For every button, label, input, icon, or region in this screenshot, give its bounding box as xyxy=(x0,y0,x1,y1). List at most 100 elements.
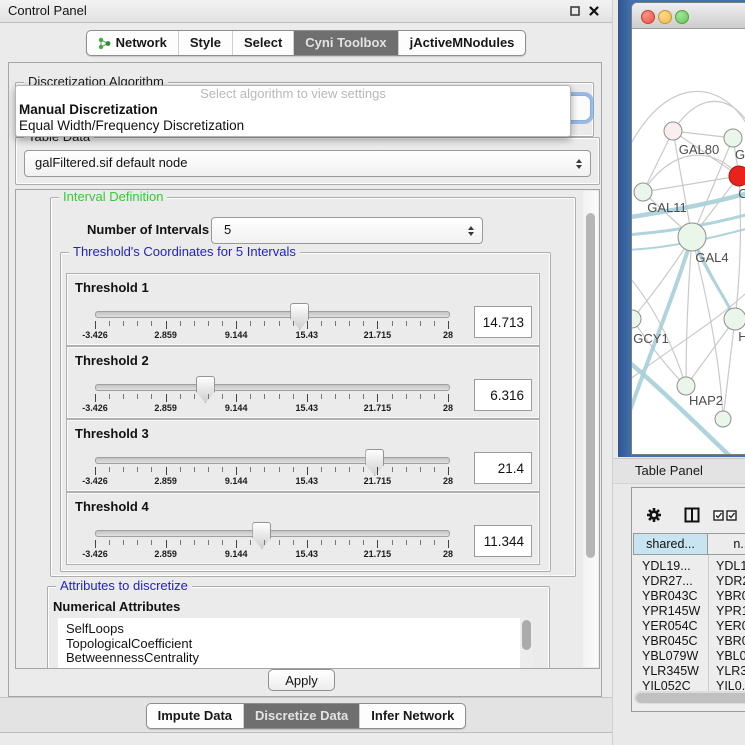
tab-label: jActiveMNodules xyxy=(410,31,515,55)
table-row[interactable]: YER054CYER0... xyxy=(632,619,745,634)
float-window-icon[interactable] xyxy=(570,6,580,16)
tab-impute-data[interactable]: Impute Data xyxy=(147,704,243,728)
table-horizontal-scrollbar[interactable] xyxy=(634,691,745,704)
network-edge[interactable] xyxy=(643,131,673,192)
settings-vertical-scrollbar[interactable] xyxy=(583,191,598,667)
network-node[interactable] xyxy=(664,122,682,140)
cell-shared-name: YPR145W xyxy=(642,604,700,618)
slider-track[interactable] xyxy=(95,384,450,391)
network-window-titlebar[interactable] xyxy=(632,3,745,29)
tick-label: 28 xyxy=(443,549,453,559)
settings-scrollbar-thumb[interactable] xyxy=(586,213,595,558)
tick-label: -3.426 xyxy=(82,403,108,413)
threshold-label: Threshold 1 xyxy=(75,280,149,295)
table-row[interactable]: YBR043CYBR0... xyxy=(632,589,745,604)
bottom-tab-bar: Impute DataDiscretize DataInfer Network xyxy=(0,697,612,733)
network-node-label: HAP2 xyxy=(689,393,723,408)
list-scrollbar-thumb[interactable] xyxy=(522,620,531,650)
threshold-value-input[interactable] xyxy=(474,452,532,484)
attribute-item-topologicalcoefficient[interactable]: TopologicalCoefficient xyxy=(58,637,533,652)
table-row[interactable]: YBL079WYBL0... xyxy=(632,649,745,664)
tab-style[interactable]: Style xyxy=(178,31,232,55)
threshold-value-input[interactable] xyxy=(474,379,532,411)
tick-label: 2.859 xyxy=(154,549,177,559)
tab-network[interactable]: Network xyxy=(87,31,178,55)
minor-tick xyxy=(335,321,336,326)
network-node[interactable] xyxy=(724,308,745,330)
slider-track[interactable] xyxy=(95,457,450,464)
tick-label: 21.715 xyxy=(364,330,392,340)
cell-shared-name: YDL19... xyxy=(642,559,691,573)
network-node[interactable] xyxy=(724,129,742,147)
top-tab-bar: NetworkStyleSelect Cyni Toolbox jActiveMNo… xyxy=(0,30,612,56)
table-row[interactable]: YBR045CYBR0... xyxy=(632,634,745,649)
threshold-value-input[interactable] xyxy=(474,306,532,338)
attribute-item-betweennesscentrality[interactable]: BetweennessCentrality xyxy=(58,651,533,666)
checkbox-icon[interactable] xyxy=(713,510,724,521)
tab-cyni-toolbox[interactable]: Cyni Toolbox xyxy=(293,31,397,55)
algorithm-option-manual-discretization[interactable]: Manual Discretization xyxy=(16,102,570,118)
interval-definition-group: Interval Definition Number of Intervals … xyxy=(50,197,576,577)
network-node[interactable] xyxy=(715,411,731,427)
minor-tick xyxy=(208,321,209,326)
major-tick xyxy=(377,321,378,329)
tick-label: 9.144 xyxy=(225,549,248,559)
apply-button[interactable]: Apply xyxy=(268,669,335,691)
network-node[interactable] xyxy=(634,183,652,201)
table-row[interactable]: YDL19...YDL1... xyxy=(632,559,745,574)
major-tick xyxy=(95,321,96,329)
number-of-intervals-combo[interactable]: 5 xyxy=(211,217,483,244)
major-tick xyxy=(236,540,237,548)
major-tick xyxy=(166,467,167,475)
major-tick xyxy=(448,467,449,475)
minor-tick xyxy=(208,394,209,399)
mac-minimize-icon[interactable] xyxy=(658,10,672,24)
network-edge[interactable] xyxy=(643,176,739,192)
minor-tick xyxy=(180,321,181,326)
cell-name: YBR0... xyxy=(716,634,745,648)
tick-label: -3.426 xyxy=(82,330,108,340)
network-canvas[interactable]: GAL80GGAL11CGAL4GCY1HHAP2 xyxy=(632,28,745,454)
numerical-attributes-list[interactable]: SelfLoopsTopologicalCoefficientBetweenne… xyxy=(58,618,533,669)
tab-discretize-data[interactable]: Discretize Data xyxy=(243,704,359,728)
network-edge[interactable] xyxy=(643,155,739,192)
network-node[interactable] xyxy=(729,166,745,186)
algorithm-option-equal-width-frequency-discretization[interactable]: Equal Width/Frequency Discretization xyxy=(16,118,570,134)
combo-spinner-icon[interactable] xyxy=(576,159,582,169)
table-row[interactable]: YLR345WYLR3... xyxy=(632,664,745,679)
table-data-combo[interactable]: galFiltered.sif default node xyxy=(24,150,591,177)
tab-select[interactable]: Select xyxy=(232,31,293,55)
tick-label: 2.859 xyxy=(154,476,177,486)
threshold-value-input[interactable] xyxy=(474,525,532,557)
table-row[interactable]: YPR145WYPR1... xyxy=(632,604,745,619)
network-node-gcy1[interactable] xyxy=(632,310,641,328)
slider-track[interactable] xyxy=(95,311,450,318)
checkbox-icon[interactable] xyxy=(726,510,737,521)
tab-jactivemnodules[interactable]: jActiveMNodules xyxy=(398,31,526,55)
minor-tick xyxy=(222,394,223,399)
tab-infer-network[interactable]: Infer Network xyxy=(359,704,465,728)
major-tick xyxy=(377,467,378,475)
split-view-icon[interactable] xyxy=(684,507,700,523)
number-of-intervals-value: 5 xyxy=(224,218,231,242)
major-tick xyxy=(236,321,237,329)
table-header-name[interactable]: n... xyxy=(707,533,745,555)
tab-label: Cyni Toolbox xyxy=(305,31,386,55)
combo-spinner-icon[interactable] xyxy=(468,226,474,236)
minor-tick xyxy=(335,540,336,545)
table-hscrollbar-thumb[interactable] xyxy=(636,693,745,703)
close-icon[interactable] xyxy=(588,5,600,17)
minor-tick xyxy=(363,394,364,399)
network-edge[interactable] xyxy=(723,319,735,419)
mac-zoom-icon[interactable] xyxy=(675,10,689,24)
table-row[interactable]: YDR27...YDR2... xyxy=(632,574,745,589)
attribute-item-selfloops[interactable]: SelfLoops xyxy=(58,618,533,637)
list-scrollbar[interactable] xyxy=(520,618,533,669)
minor-tick xyxy=(321,394,322,399)
slider-track[interactable] xyxy=(95,530,450,537)
settings-gear-icon[interactable] xyxy=(646,507,662,523)
network-node-gal4[interactable] xyxy=(678,223,706,251)
minor-tick xyxy=(123,540,124,545)
mac-close-icon[interactable] xyxy=(641,10,655,24)
table-header-shared-name[interactable]: shared... xyxy=(633,533,708,555)
